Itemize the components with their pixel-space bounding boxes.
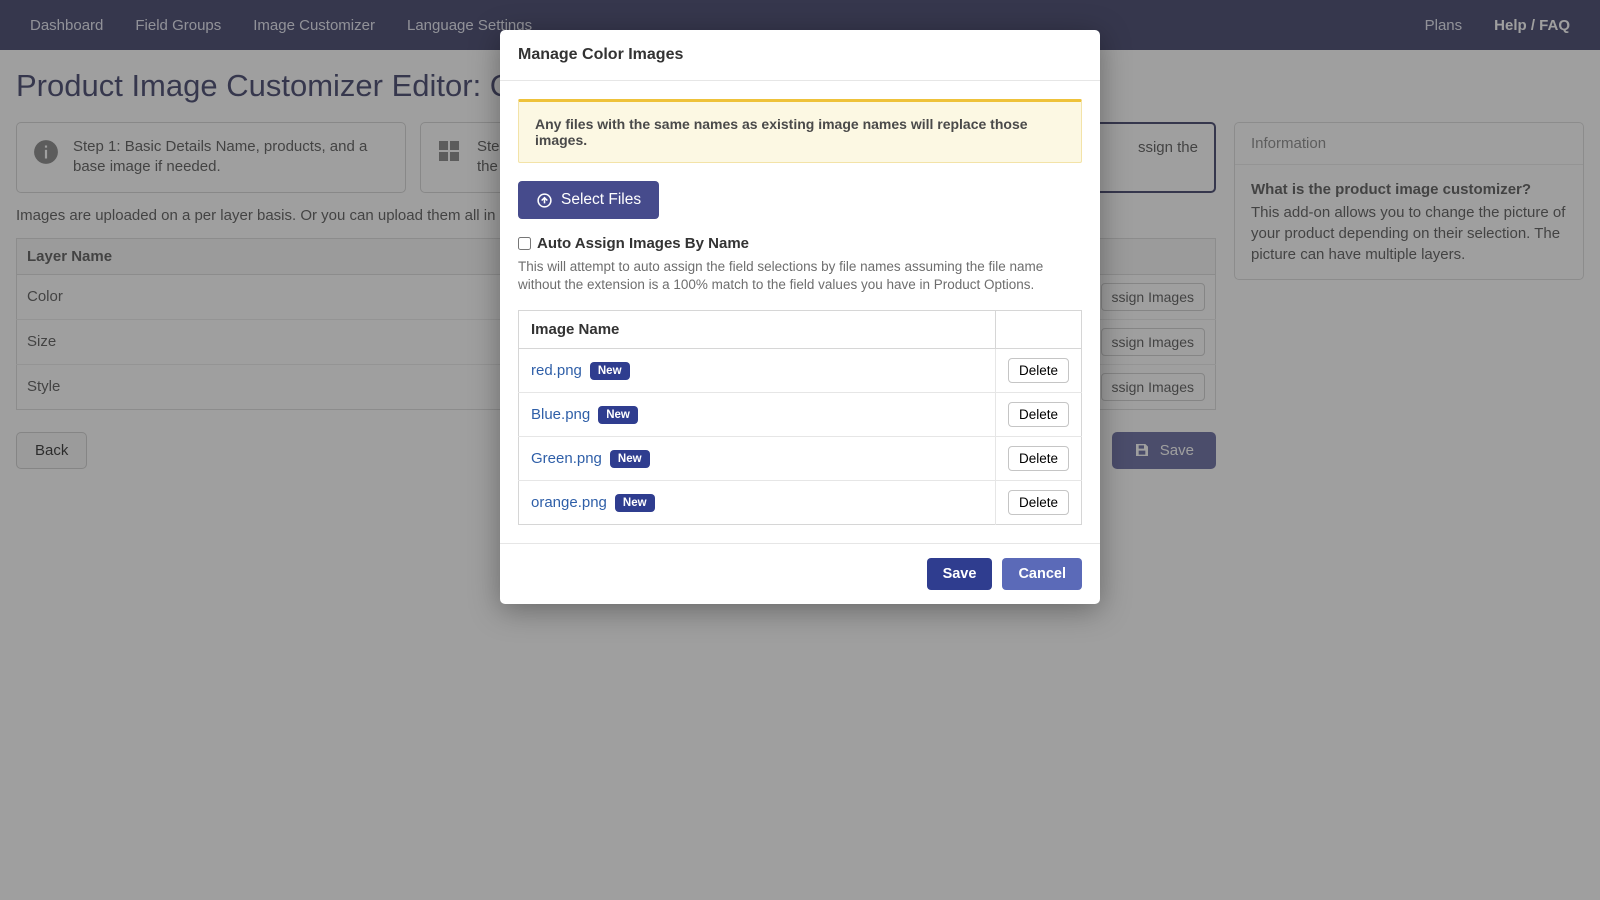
upload-icon [536, 192, 553, 209]
new-badge: New [598, 406, 638, 424]
delete-file-button[interactable]: Delete [1008, 446, 1069, 471]
file-row: orange.png New Delete [519, 481, 1082, 525]
select-files-label: Select Files [561, 191, 641, 209]
new-badge: New [610, 450, 650, 468]
file-link[interactable]: orange.png [531, 494, 607, 511]
file-row: Green.png New Delete [519, 437, 1082, 481]
delete-file-button[interactable]: Delete [1008, 358, 1069, 383]
auto-assign-checkbox[interactable] [518, 237, 531, 250]
new-badge: New [615, 494, 655, 512]
manage-images-modal: Manage Color Images Any files with the s… [500, 30, 1100, 604]
modal-cancel-button[interactable]: Cancel [1002, 558, 1082, 590]
file-link[interactable]: Blue.png [531, 406, 590, 423]
select-files-button[interactable]: Select Files [518, 181, 659, 219]
files-header-name: Image Name [519, 311, 996, 349]
modal-save-button[interactable]: Save [927, 558, 993, 590]
files-table: Image Name red.png New Delete Blue.png New… [518, 310, 1082, 525]
delete-file-button[interactable]: Delete [1008, 402, 1069, 427]
new-badge: New [590, 362, 630, 380]
replace-warning: Any files with the same names as existin… [518, 99, 1082, 163]
auto-assign-hint: This will attempt to auto assign the fie… [518, 258, 1082, 294]
file-row: red.png New Delete [519, 349, 1082, 393]
file-link[interactable]: Green.png [531, 450, 602, 467]
delete-file-button[interactable]: Delete [1008, 490, 1069, 515]
file-link[interactable]: red.png [531, 362, 582, 379]
auto-assign-label: Auto Assign Images By Name [537, 235, 749, 252]
file-row: Blue.png New Delete [519, 393, 1082, 437]
modal-title: Manage Color Images [500, 30, 1100, 81]
